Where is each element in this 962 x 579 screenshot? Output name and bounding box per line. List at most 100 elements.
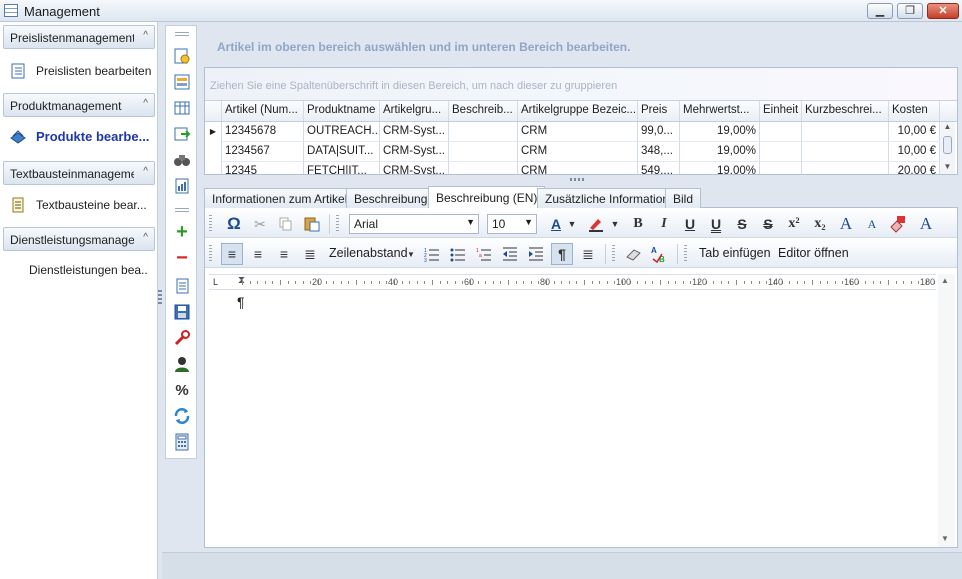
scroll-up-icon[interactable]: ▲ xyxy=(940,122,955,134)
chevron-up-icon[interactable]: ^ xyxy=(143,98,148,109)
line-spacing-dropdown-icon[interactable]: ▼ xyxy=(407,243,415,265)
copy-icon[interactable] xyxy=(172,276,192,296)
table-cell[interactable]: 19,00% xyxy=(680,122,760,142)
table-cell[interactable]: 10,00 € xyxy=(889,122,940,142)
add-icon[interactable]: + xyxy=(172,221,192,243)
close-button[interactable]: ✕ xyxy=(927,3,959,19)
font-color-icon[interactable]: A xyxy=(545,213,567,235)
table-cell[interactable]: 1234567 xyxy=(222,142,304,162)
italic-icon[interactable]: I xyxy=(653,213,675,235)
calculator-icon[interactable] xyxy=(172,432,192,452)
underline-icon[interactable]: U xyxy=(679,213,701,235)
column-header[interactable]: Beschreib... xyxy=(449,101,518,121)
font-color-dropdown-icon[interactable]: ▼ xyxy=(567,213,577,235)
chevron-up-icon[interactable]: ^ xyxy=(143,232,148,243)
multilevel-list-icon[interactable]: 1a xyxy=(473,243,495,265)
toolbar-grip[interactable] xyxy=(209,245,212,263)
cut-icon[interactable]: ✂ xyxy=(249,213,271,235)
chevron-up-icon[interactable]: ^ xyxy=(143,30,148,41)
strikethrough-icon[interactable]: S xyxy=(731,213,753,235)
highlight-icon[interactable] xyxy=(585,213,607,235)
wrench-icon[interactable] xyxy=(172,328,192,348)
clear-format-icon[interactable] xyxy=(887,213,909,235)
column-header[interactable]: Preis xyxy=(638,101,680,121)
font-name-select[interactable]: Arial ▼ xyxy=(349,214,479,234)
line-spacing-button[interactable]: Zeilenabstand xyxy=(329,246,408,260)
scroll-down-icon[interactable]: ▼ xyxy=(940,162,955,174)
tab-bild[interactable]: Bild xyxy=(665,188,702,208)
show-paragraph-marks-icon[interactable]: ¶ xyxy=(551,243,573,265)
double-underline-icon[interactable]: U xyxy=(705,213,727,235)
column-header[interactable]: Einheit xyxy=(760,101,802,121)
minimize-button[interactable]: ▁ xyxy=(867,3,893,19)
shrink-font-icon[interactable]: A xyxy=(861,213,883,235)
edit-key-icon[interactable] xyxy=(172,46,192,66)
toolbar-grip[interactable] xyxy=(336,215,339,233)
eraser-icon[interactable] xyxy=(623,243,645,265)
paragraph-settings-icon[interactable]: ≣ xyxy=(577,243,599,265)
table-cell[interactable]: 549,... xyxy=(638,162,680,174)
refresh-icon[interactable] xyxy=(172,406,192,426)
symbol-omega-icon[interactable]: Ω xyxy=(223,213,245,235)
toolbar-grip[interactable] xyxy=(175,208,189,214)
sidebar-item-produkte[interactable]: Produkte bearbe... xyxy=(10,128,155,148)
bulleted-list-icon[interactable] xyxy=(447,243,469,265)
scroll-thumb[interactable] xyxy=(943,136,952,154)
maximize-button[interactable]: ❐ xyxy=(897,3,923,19)
decrease-indent-icon[interactable] xyxy=(499,243,521,265)
table-cell[interactable] xyxy=(760,142,802,162)
bold-icon[interactable]: B xyxy=(627,213,649,235)
document-body[interactable]: ¶ xyxy=(209,290,936,533)
column-header[interactable]: Artikel (Num... xyxy=(222,101,304,121)
table-cell[interactable] xyxy=(802,122,889,142)
align-right-icon[interactable]: ≡ xyxy=(273,243,295,265)
tab-type-selector[interactable]: L xyxy=(213,277,218,287)
export-icon[interactable] xyxy=(172,124,192,144)
remove-icon[interactable]: − xyxy=(172,247,192,269)
grid-scrollbar[interactable]: ▲ ▼ xyxy=(940,122,955,174)
table-row[interactable]: ▶ 12345678 OUTREACH... CRM-Syst... CRM 9… xyxy=(205,122,940,142)
group-header-produkt[interactable]: Produktmanagement ^ xyxy=(3,93,155,117)
toolbar-grip[interactable] xyxy=(175,32,189,38)
open-editor-button[interactable]: Editor öffnen xyxy=(778,246,849,260)
sidebar-item-dienstleistungen[interactable]: Dienstleistungen bea... xyxy=(3,261,148,281)
sidebar-splitter[interactable] xyxy=(158,290,162,304)
group-header-textbausteine[interactable]: Textbausteinmanagement ^ xyxy=(3,161,155,185)
table-cell[interactable]: OUTREACH... xyxy=(304,122,380,142)
percent-icon[interactable]: % xyxy=(172,380,192,400)
table-cell[interactable]: 19,00% xyxy=(680,142,760,162)
table-cell[interactable] xyxy=(449,162,518,174)
column-header[interactable]: Artikelgruppe Bezeic... xyxy=(518,101,638,121)
tab-zusaetzliche-information[interactable]: Zusätzliche Information xyxy=(537,188,678,208)
column-header[interactable]: Kosten xyxy=(889,101,940,121)
column-header[interactable]: Produktname xyxy=(304,101,380,121)
chevron-up-icon[interactable]: ^ xyxy=(143,166,148,177)
grow-font-icon[interactable]: A xyxy=(835,213,857,235)
toolbar-grip[interactable] xyxy=(209,215,212,233)
search-binoculars-icon[interactable] xyxy=(172,150,192,170)
table-cell[interactable]: CRM-Syst... xyxy=(380,122,449,142)
editor-scrollbar[interactable]: ▲ ▼ xyxy=(938,274,955,547)
table-cell[interactable] xyxy=(802,162,889,174)
subscript-icon[interactable]: x₂ xyxy=(809,213,831,235)
numbered-list-icon[interactable]: 123 xyxy=(421,243,443,265)
group-header-dienstleistungen[interactable]: Dienstleistungsmanagement ^ xyxy=(3,227,155,251)
scroll-up-icon[interactable]: ▲ xyxy=(941,276,949,285)
column-header[interactable]: Mehrwertst... xyxy=(680,101,760,121)
table-cell[interactable] xyxy=(449,142,518,162)
form-icon[interactable] xyxy=(172,72,192,92)
table-cell[interactable] xyxy=(449,122,518,142)
table-cell[interactable]: 12345 xyxy=(222,162,304,174)
font-size-select[interactable]: 10 ▼ xyxy=(487,214,537,234)
sidebar-item-preislisten[interactable]: Preislisten bearbeiten xyxy=(10,62,155,82)
highlight-dropdown-icon[interactable]: ▼ xyxy=(610,213,620,235)
tab-informationen[interactable]: Informationen zum Artikel xyxy=(204,188,356,208)
table-row[interactable]: 12345 FETCH|IT... CRM-Syst... CRM 549,..… xyxy=(205,162,940,174)
save-icon[interactable] xyxy=(172,302,192,322)
table-cell[interactable]: CRM-Syst... xyxy=(380,162,449,174)
font-dialog-icon[interactable]: A xyxy=(915,213,937,235)
report-icon[interactable] xyxy=(172,176,192,196)
table-cell[interactable]: CRM-Syst... xyxy=(380,142,449,162)
table-cell[interactable] xyxy=(760,162,802,174)
spell-check-icon[interactable]: AB xyxy=(649,243,671,265)
